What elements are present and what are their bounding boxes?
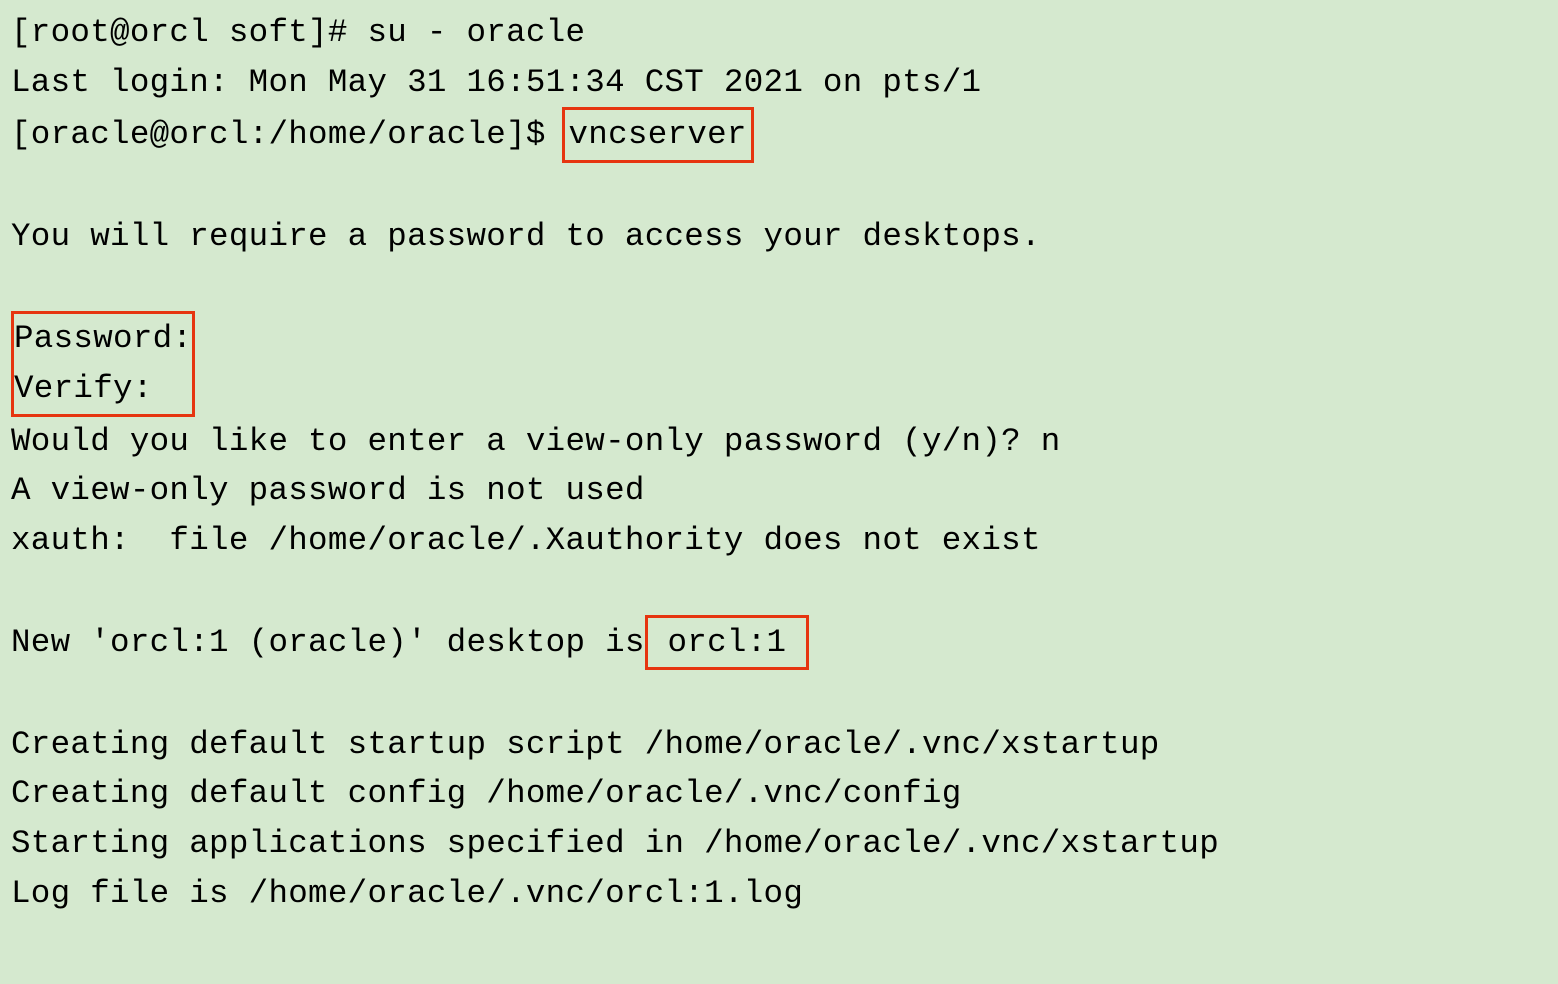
terminal-line-15: Creating default startup script /home/or… xyxy=(11,720,1547,770)
command-vncserver: vncserver xyxy=(569,116,747,153)
desktop-pre: New 'orcl:1 (oracle)' desktop is xyxy=(11,624,645,661)
highlight-password-verify: Password: Verify: xyxy=(11,370,195,407)
terminal-line-8: Verify: xyxy=(14,370,153,407)
terminal-line-1: [root@orcl soft]# su - oracle xyxy=(11,8,1547,58)
terminal-line-18: Log file is /home/oracle/.vnc/orcl:1.log xyxy=(11,869,1547,919)
desktop-id: orcl:1 xyxy=(648,624,787,661)
terminal-line-9: Would you like to enter a view-only pass… xyxy=(11,417,1547,467)
highlight-vncserver: vncserver xyxy=(562,107,754,163)
terminal-line-16: Creating default config /home/oracle/.vn… xyxy=(11,769,1547,819)
prompt-root: [root@orcl soft]# xyxy=(11,14,367,51)
terminal-line-3: [oracle@orcl:/home/oracle]$ vncserver xyxy=(11,107,1547,163)
terminal-line-11: xauth: file /home/oracle/.Xauthority doe… xyxy=(11,516,1547,566)
terminal-line-13: New 'orcl:1 (oracle)' desktop is orcl:1 xyxy=(11,615,1547,671)
terminal-line-17: Starting applications specified in /home… xyxy=(11,819,1547,869)
terminal-line-10: A view-only password is not used xyxy=(11,466,1547,516)
terminal-line-7: Password: xyxy=(14,320,192,357)
terminal-line-5: You will require a password to access yo… xyxy=(11,212,1547,262)
highlight-orcl1: orcl:1 xyxy=(645,615,809,671)
terminal-line-2: Last login: Mon May 31 16:51:34 CST 2021… xyxy=(11,58,1547,108)
prompt-oracle: [oracle@orcl:/home/oracle]$ xyxy=(11,116,566,153)
command-su: su - oracle xyxy=(367,14,585,51)
